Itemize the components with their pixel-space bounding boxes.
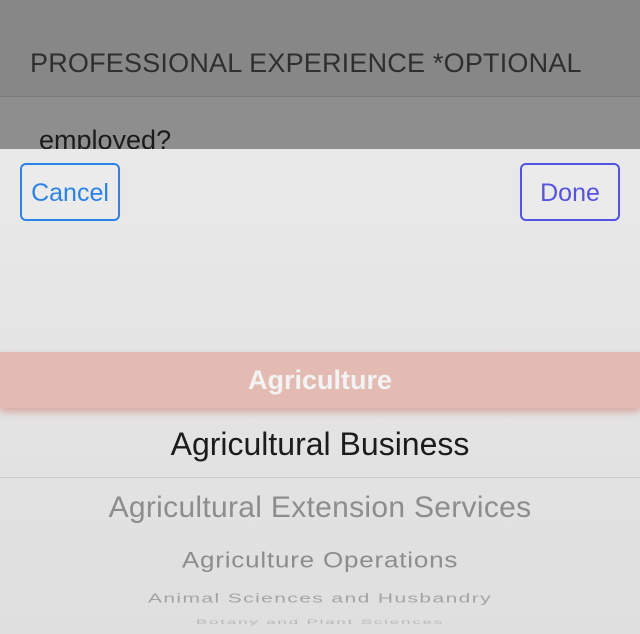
picker-item[interactable]: Agriculture Operations [0,545,640,576]
question-row[interactable]: employed? [0,97,640,157]
section-header: PROFESSIONAL EXPERIENCE *OPTIONAL [0,0,640,97]
picker-item-highlighted[interactable]: Agriculture [0,352,640,408]
picker-sheet: Cancel Done Agriculture Agricultural Bus… [0,149,640,634]
industry-picker-wheel[interactable]: Agriculture Agricultural Business Agricu… [0,346,640,634]
picker-item[interactable]: Botany and Plant Sciences [0,618,640,626]
picker-item[interactable]: Animal Sciences and Husbandry [0,590,640,607]
picker-item-selected[interactable]: Agricultural Business [0,420,640,478]
picker-item[interactable]: Agricultural Extension Services [0,486,640,530]
section-title: PROFESSIONAL EXPERIENCE *OPTIONAL [30,48,582,78]
cancel-button[interactable]: Cancel [20,163,120,221]
done-button[interactable]: Done [520,163,620,221]
